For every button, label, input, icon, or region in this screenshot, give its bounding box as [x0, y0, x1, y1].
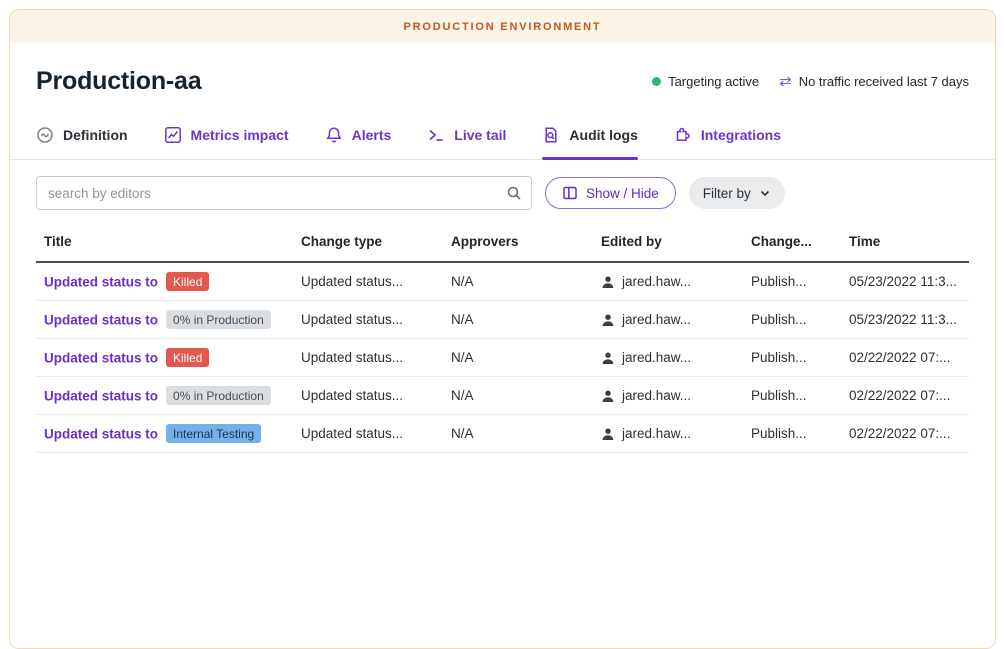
person-icon	[601, 351, 615, 365]
tab-label: Alerts	[352, 127, 392, 143]
table-row[interactable]: Updated status to Killed Updated status..…	[36, 262, 969, 301]
edited-by-cell: jared.haw...	[601, 274, 735, 289]
person-icon	[601, 275, 615, 289]
change-type-cell: Updated status...	[293, 262, 443, 301]
columns-icon	[562, 185, 578, 201]
row-title-link[interactable]: Updated status to	[44, 275, 158, 290]
table-header-row: Title Change type Approvers Edited by Ch…	[36, 226, 969, 262]
environment-banner: PRODUCTION ENVIRONMENT	[10, 10, 995, 43]
edited-by-name: jared.haw...	[622, 350, 691, 365]
environment-card: PRODUCTION ENVIRONMENT Production-aa Tar…	[9, 9, 996, 649]
time-cell: 05/23/2022 11:3...	[841, 301, 969, 339]
change-cell: Publish...	[743, 339, 841, 377]
status-indicators: Targeting active ⇄ No traffic received l…	[652, 74, 969, 89]
approvers-cell: N/A	[443, 339, 593, 377]
tab-bar: Definition Metrics impact Alerts Live ta…	[10, 126, 995, 160]
change-type-cell: Updated status...	[293, 377, 443, 415]
change-cell: Publish...	[743, 301, 841, 339]
green-dot-icon	[652, 77, 661, 86]
row-title-link[interactable]: Updated status to	[44, 389, 158, 404]
table-row[interactable]: Updated status to Internal Testing Update…	[36, 415, 969, 453]
person-icon	[601, 313, 615, 327]
tab-audit-logs[interactable]: Audit logs	[542, 126, 637, 159]
change-type-cell: Updated status...	[293, 339, 443, 377]
row-title-link[interactable]: Updated status to	[44, 313, 158, 328]
page-header: Production-aa Targeting active ⇄ No traf…	[10, 43, 995, 96]
filter-by-label: Filter by	[703, 186, 751, 201]
traffic-status-label: No traffic received last 7 days	[799, 74, 969, 89]
person-icon	[601, 427, 615, 441]
tab-label: Audit logs	[569, 127, 637, 143]
edited-by-cell: jared.haw...	[601, 312, 735, 327]
column-header-edited-by: Edited by	[593, 226, 743, 262]
filter-by-button[interactable]: Filter by	[689, 177, 785, 209]
search-input[interactable]	[36, 176, 532, 210]
column-header-approvers: Approvers	[443, 226, 593, 262]
audit-logs-icon	[542, 126, 560, 144]
approvers-cell: N/A	[443, 377, 593, 415]
metrics-impact-icon	[164, 126, 182, 144]
column-header-change-type: Change type	[293, 226, 443, 262]
tab-label: Definition	[63, 127, 128, 143]
show-hide-label: Show / Hide	[586, 186, 659, 201]
column-header-change: Change...	[743, 226, 841, 262]
tab-integrations[interactable]: Integrations	[674, 126, 781, 159]
edited-by-name: jared.haw...	[622, 274, 691, 289]
table-row[interactable]: Updated status to 0% in Production Update…	[36, 301, 969, 339]
status-badge: Killed	[166, 272, 209, 291]
show-hide-button[interactable]: Show / Hide	[545, 177, 676, 209]
status-badge: Internal Testing	[166, 424, 261, 443]
tab-metrics-impact[interactable]: Metrics impact	[164, 126, 289, 159]
targeting-status: Targeting active	[652, 74, 759, 89]
tab-label: Metrics impact	[191, 127, 289, 143]
approvers-cell: N/A	[443, 262, 593, 301]
table-row[interactable]: Updated status to Killed Updated status..…	[36, 339, 969, 377]
tab-label: Integrations	[701, 127, 781, 143]
approvers-cell: N/A	[443, 415, 593, 453]
edited-by-cell: jared.haw...	[601, 426, 735, 441]
time-cell: 02/22/2022 07:...	[841, 339, 969, 377]
column-header-title: Title	[36, 226, 293, 262]
column-header-time: Time	[841, 226, 969, 262]
bell-icon	[325, 126, 343, 144]
edited-by-cell: jared.haw...	[601, 388, 735, 403]
page-title: Production-aa	[36, 67, 201, 96]
table-row[interactable]: Updated status to 0% in Production Update…	[36, 377, 969, 415]
tab-alerts[interactable]: Alerts	[325, 126, 392, 159]
tab-live-tail[interactable]: Live tail	[427, 126, 506, 159]
row-title-link[interactable]: Updated status to	[44, 351, 158, 366]
status-badge: 0% in Production	[166, 310, 271, 329]
approvers-cell: N/A	[443, 301, 593, 339]
table-controls: Show / Hide Filter by	[10, 176, 995, 210]
tab-definition[interactable]: Definition	[36, 126, 128, 159]
terminal-icon	[427, 126, 445, 144]
edited-by-name: jared.haw...	[622, 312, 691, 327]
audit-log-table-wrap: Title Change type Approvers Edited by Ch…	[10, 226, 995, 453]
audit-log-table: Title Change type Approvers Edited by Ch…	[36, 226, 969, 453]
time-cell: 02/22/2022 07:...	[841, 415, 969, 453]
change-type-cell: Updated status...	[293, 415, 443, 453]
traffic-arrows-icon: ⇄	[779, 74, 792, 89]
status-badge: Killed	[166, 348, 209, 367]
edited-by-name: jared.haw...	[622, 388, 691, 403]
status-badge: 0% in Production	[166, 386, 271, 405]
search-box	[36, 176, 532, 210]
edited-by-cell: jared.haw...	[601, 350, 735, 365]
row-title-link[interactable]: Updated status to	[44, 427, 158, 442]
targeting-status-label: Targeting active	[668, 74, 759, 89]
time-cell: 02/22/2022 07:...	[841, 377, 969, 415]
change-cell: Publish...	[743, 377, 841, 415]
time-cell: 05/23/2022 11:3...	[841, 262, 969, 301]
tab-label: Live tail	[454, 127, 506, 143]
puzzle-icon	[674, 126, 692, 144]
change-cell: Publish...	[743, 262, 841, 301]
change-cell: Publish...	[743, 415, 841, 453]
person-icon	[601, 389, 615, 403]
traffic-status: ⇄ No traffic received last 7 days	[779, 74, 969, 89]
change-type-cell: Updated status...	[293, 301, 443, 339]
chevron-down-icon	[759, 187, 771, 199]
search-icon	[506, 185, 522, 206]
definition-icon	[36, 126, 54, 144]
edited-by-name: jared.haw...	[622, 426, 691, 441]
